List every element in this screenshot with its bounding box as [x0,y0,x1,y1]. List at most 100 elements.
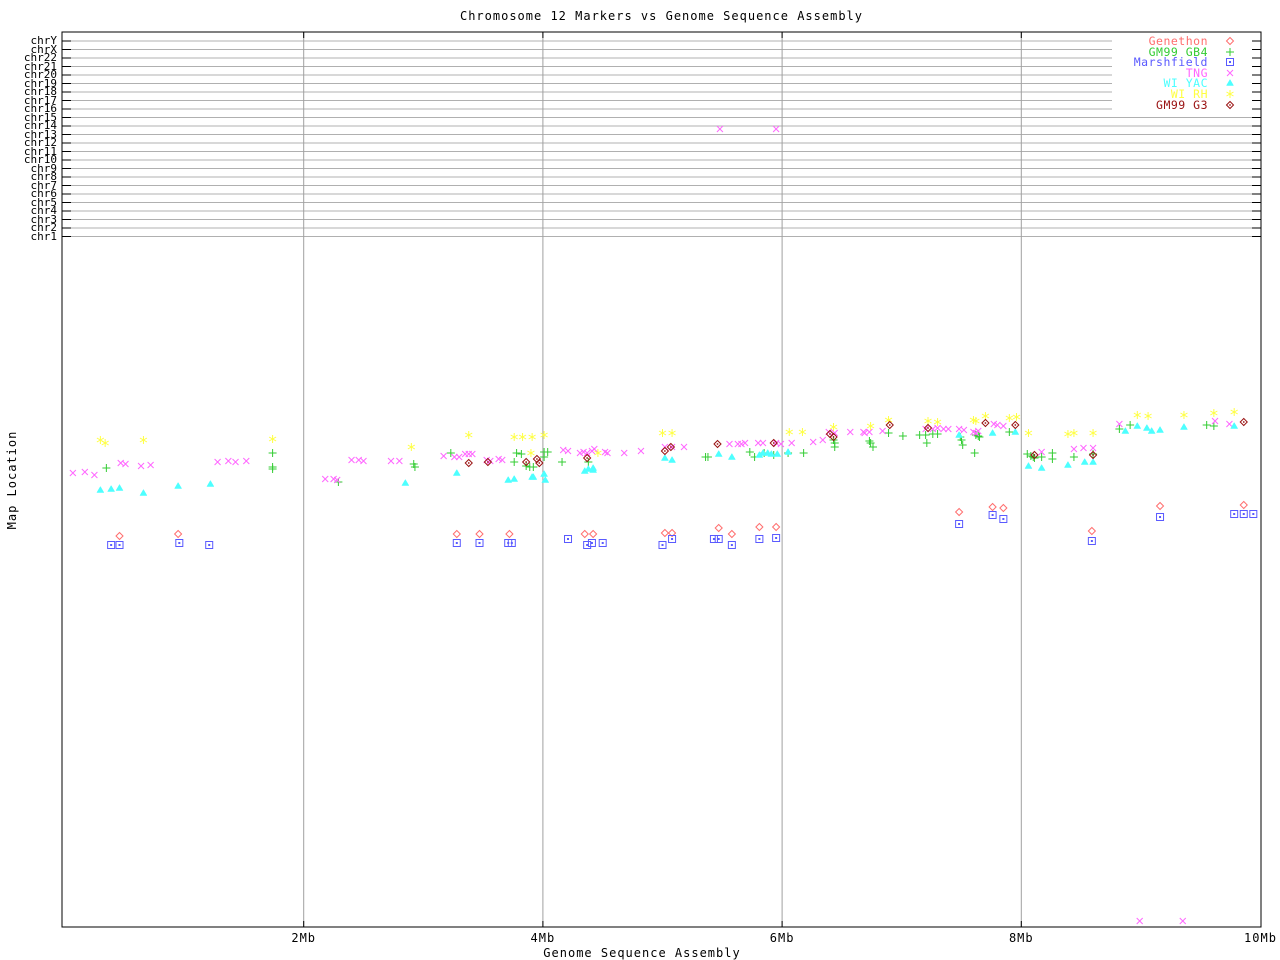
marker-tng [1226,420,1233,428]
marker-genethon [755,522,764,532]
marker-genethon [505,529,514,539]
marker-gm99-gb4 [543,448,552,456]
marker-gm99-gb4 [1048,455,1057,463]
marker-marshfield [598,539,607,547]
marker-tng [1211,417,1219,425]
marker-wi-rh [785,428,794,436]
marker-tng [137,462,145,470]
marker-tng [777,440,785,448]
legend: Genethon GM99 GB4 Marshfield TNG WI YAC WI RH… [1112,35,1252,114]
x-tick-label-2Mb: 2Mb [291,931,317,945]
marker-genethon [771,522,781,532]
marker-wi-yac [1024,462,1033,469]
marker-tng [387,457,395,465]
marker-wi-rh [933,418,942,426]
marker-wi-rh [528,433,536,441]
marker-gm99-g3 [660,446,670,456]
chart-title: Chromosome 12 Markers vs Genome Sequence… [459,9,863,23]
marker-tng [759,439,767,447]
marker-wi-yac [401,479,410,486]
marker-genethon [115,531,124,541]
marker-marshfield [115,541,124,549]
marker-gm99-gb4 [510,458,519,466]
legend-marker-glyph [1225,100,1235,109]
marker-wi-yac [107,485,116,492]
marker-tng [716,125,724,133]
marker-marshfield [107,541,116,549]
marker-wi-rh [1230,408,1238,416]
marker-wi-yac [1080,458,1089,465]
marker-tng [601,448,609,456]
marker-wi-yac [139,489,148,496]
marker-marshfield [714,535,723,543]
legend-marker-glyph [1226,47,1234,56]
marker-tng [604,449,611,457]
marker-wi-yac [1156,426,1164,433]
triangle-icon [1226,79,1234,87]
marker-gm99-gb4 [268,449,277,457]
marker-gm99-gb4 [517,450,526,458]
marker-tng [772,125,780,133]
marker-gm99-g3 [923,423,933,433]
plot-border [61,31,1262,928]
marker-wi-rh [668,429,676,437]
marker-gm99-g3 [666,442,676,452]
marker-tng [620,449,628,457]
marker-genethon [588,529,598,539]
marker-genethon [999,503,1008,513]
marker-tng [348,456,355,464]
legend-marker-glyph [1226,69,1234,77]
marker-tng [122,460,129,468]
open-diamond-icon [1225,36,1235,46]
marker-gm99-g3 [1011,420,1020,430]
marker-wi-rh [540,431,548,439]
marker-wi-rh [1024,429,1033,437]
marker-gm99-gb4 [268,465,277,473]
marker-wi-rh [96,436,105,444]
marker-wi-rh [139,436,148,444]
marker-gm99-gb4 [540,453,549,461]
marker-wi-yac [668,456,677,463]
marker-gm99-gb4 [529,463,538,471]
asterisk-icon [1226,90,1234,98]
marker-genethon [1239,500,1248,510]
marker-gm99-g3 [464,458,473,468]
marker-genethon [1155,501,1165,511]
marker-genethon [714,523,723,533]
marker-wi-rh [464,431,473,439]
marker-marshfield [988,511,997,519]
marker-gm99-gb4 [1126,421,1135,429]
marker-genethon [954,507,964,517]
marker-gm99-gb4 [970,449,979,457]
marker-tng [396,457,403,465]
marker-tng [809,438,817,446]
marker-wi-yac [115,484,124,491]
marker-wi-yac [1230,422,1239,429]
marker-tng [866,428,873,436]
marker-gm99-gb4 [958,441,967,449]
marker-marshfield [205,541,214,549]
marker-gm99-gb4 [1069,453,1078,461]
legend-marker-glyph [1226,90,1234,98]
marker-tng [788,439,796,447]
marker-marshfield [755,535,764,543]
marker-wi-rh [1005,414,1014,422]
marker-wi-yac [452,469,461,476]
marker-wi-yac [784,448,793,455]
marker-wi-rh [1089,429,1097,437]
marker-gm99-gb4 [745,448,754,456]
marker-gm99-g3 [981,418,990,428]
marker-wi-rh [1012,413,1021,421]
marker-tng [726,440,733,448]
marker-tng [846,428,854,436]
series-gm99-gb4 [102,421,1218,486]
marker-gm99-gb4 [799,449,808,457]
marker-gm99-gb4 [558,458,567,466]
marker-tng [879,427,886,435]
marker-wi-rh [1133,411,1142,419]
series-genethon [115,500,1248,541]
marker-tng [69,469,77,477]
marker-wi-rh [658,429,667,437]
marker-tng [1070,445,1078,453]
marker-tng [944,425,952,433]
